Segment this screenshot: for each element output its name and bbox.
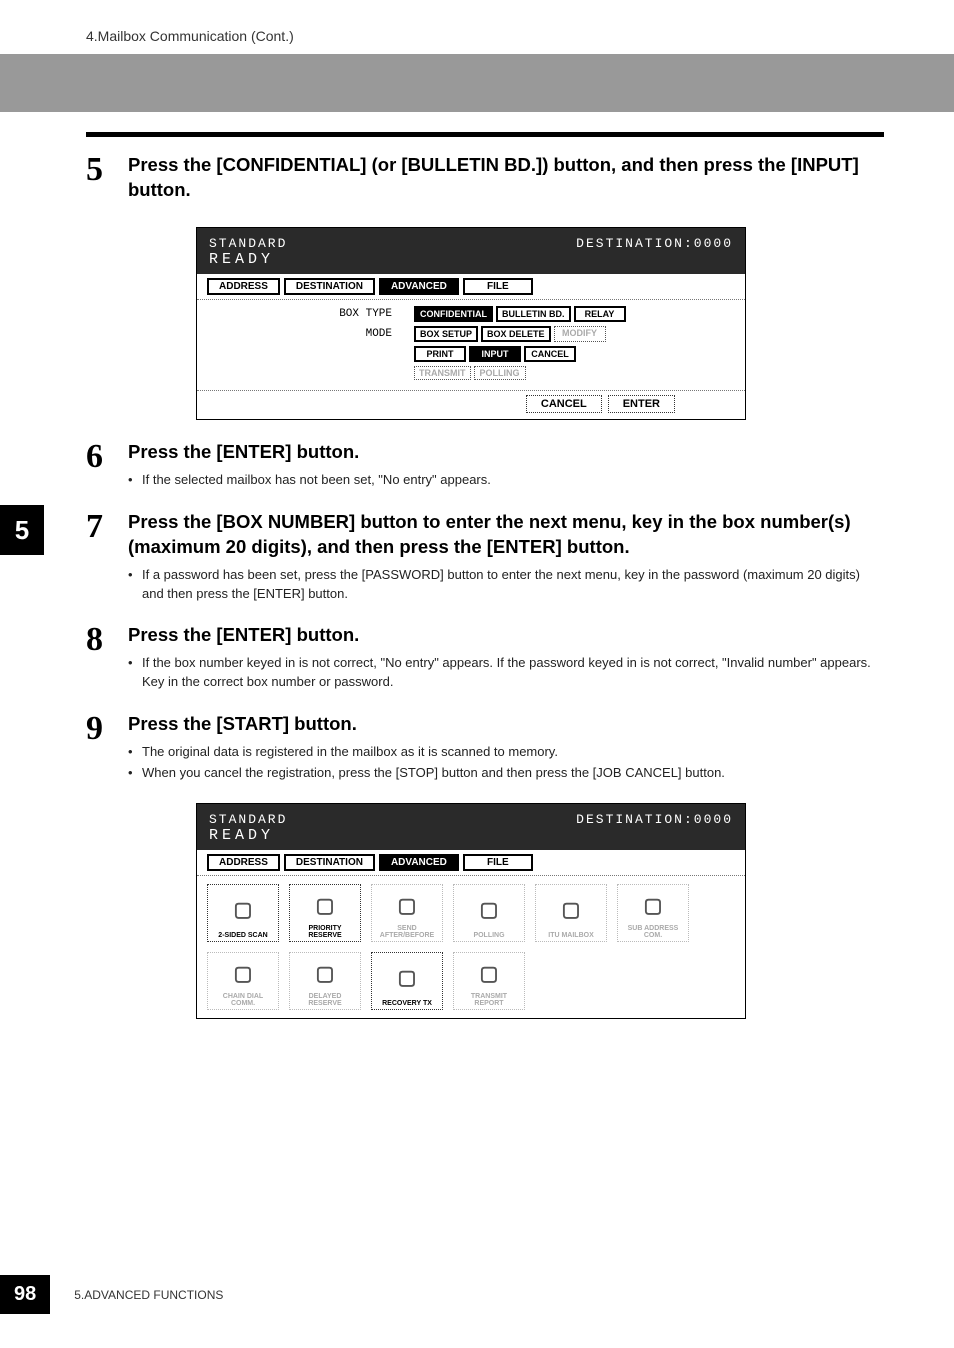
lcd-display: STANDARD DESTINATION:0000 READY [197, 804, 745, 850]
step-number: 8 [86, 623, 128, 694]
screenshot-advanced-panel: STANDARD DESTINATION:0000 READY ADDRESS … [196, 227, 746, 420]
feature-icon-label: POLLING [473, 932, 504, 939]
tab-row: ADDRESS DESTINATION ADVANCED FILE [197, 274, 745, 300]
step-8: 8 Press the [ENTER] button. If the box n… [86, 623, 884, 694]
footer-section-title: 5.ADVANCED FUNCTIONS [74, 1288, 223, 1302]
feature-icon[interactable]: ▢ITU MAILBOX [535, 884, 607, 942]
cancel-button[interactable]: CANCEL [524, 346, 576, 362]
feature-icon[interactable]: ▢PRIORITY RESERVE [289, 884, 361, 942]
lcd-destination: DESTINATION:0000 [576, 236, 733, 251]
feature-icon-label: TRANSMIT REPORT [456, 993, 522, 1007]
label-mode: MODE [209, 328, 414, 340]
dialog-enter-button[interactable]: ENTER [608, 395, 675, 413]
tab-file[interactable]: FILE [463, 278, 533, 295]
lcd-display: STANDARD DESTINATION:0000 READY [197, 228, 745, 274]
dialog-footer: CANCEL ENTER [197, 390, 745, 419]
feature-icon-label: RECOVERY TX [382, 1000, 432, 1007]
step-number: 6 [86, 440, 128, 492]
feature-icon-label: SUB ADDRESS COM. [620, 925, 686, 939]
screenshot-advanced-icons: STANDARD DESTINATION:0000 READY ADDRESS … [196, 803, 746, 1019]
page-footer: 98 5.ADVANCED FUNCTIONS [0, 1275, 223, 1314]
tab-destination[interactable]: DESTINATION [284, 854, 375, 871]
step-title: Press the [CONFIDENTIAL] (or [BULLETIN B… [128, 153, 884, 203]
tab-advanced[interactable]: ADVANCED [379, 278, 459, 295]
step-5: 5 Press the [CONFIDENTIAL] (or [BULLETIN… [86, 153, 884, 209]
feature-icon[interactable]: ▢2-SIDED SCAN [207, 884, 279, 942]
page-content: 5 Press the [CONFIDENTIAL] (or [BULLETIN… [0, 112, 954, 1019]
feature-drawing-icon: ▢ [316, 955, 335, 993]
feature-drawing-icon: ▢ [644, 887, 663, 925]
step-number: 7 [86, 510, 128, 606]
step-title: Press the [ENTER] button. [128, 623, 884, 648]
tab-address[interactable]: ADDRESS [207, 854, 280, 871]
transmit-button[interactable]: TRANSMIT [414, 366, 471, 380]
feature-drawing-icon: ▢ [480, 887, 499, 932]
lcd-status: READY [209, 827, 733, 844]
step-title: Press the [ENTER] button. [128, 440, 884, 465]
bulletin-button[interactable]: BULLETIN BD. [496, 306, 571, 322]
lcd-mode: STANDARD [209, 236, 287, 251]
feature-icon[interactable]: ▢RECOVERY TX [371, 952, 443, 1010]
tab-row: ADDRESS DESTINATION ADVANCED FILE [197, 850, 745, 876]
print-button[interactable]: PRINT [414, 346, 466, 362]
bullet: If the selected mailbox has not been set… [128, 471, 884, 490]
feature-icon[interactable]: ▢DELAYED RESERVE [289, 952, 361, 1010]
chapter-tab: 5 [0, 505, 44, 555]
box-delete-button[interactable]: BOX DELETE [481, 326, 551, 342]
feature-icon-label: SEND AFTER/BEFORE [374, 925, 440, 939]
feature-icon[interactable]: ▢SEND AFTER/BEFORE [371, 884, 443, 942]
feature-icon[interactable]: ▢POLLING [453, 884, 525, 942]
tab-destination[interactable]: DESTINATION [284, 278, 375, 295]
step-number: 9 [86, 712, 128, 785]
feature-drawing-icon: ▢ [398, 955, 417, 1000]
step-6: 6 Press the [ENTER] button. If the selec… [86, 440, 884, 492]
feature-icon-label: 2-SIDED SCAN [218, 932, 267, 939]
icon-grid: ▢2-SIDED SCAN▢PRIORITY RESERVE▢SEND AFTE… [197, 876, 745, 1018]
header-band [0, 54, 954, 112]
feature-icon[interactable]: ▢CHAIN DIAL COMM. [207, 952, 279, 1010]
lcd-destination: DESTINATION:0000 [576, 812, 733, 827]
feature-drawing-icon: ▢ [562, 887, 581, 932]
step-9: 9 Press the [START] button. The original… [86, 712, 884, 785]
feature-icon-label: CHAIN DIAL COMM. [210, 993, 276, 1007]
feature-drawing-icon: ▢ [234, 955, 253, 993]
modify-button[interactable]: MODIFY [554, 326, 606, 342]
feature-icon-label: DELAYED RESERVE [292, 993, 358, 1007]
dialog-cancel-button[interactable]: CANCEL [526, 395, 602, 413]
lcd-mode: STANDARD [209, 812, 287, 827]
feature-icon-label: PRIORITY RESERVE [292, 925, 358, 939]
feature-icon-label: ITU MAILBOX [548, 932, 594, 939]
feature-icon[interactable]: ▢SUB ADDRESS COM. [617, 884, 689, 942]
bullet: When you cancel the registration, press … [128, 764, 884, 783]
feature-icon[interactable]: ▢TRANSMIT REPORT [453, 952, 525, 1010]
box-setup-button[interactable]: BOX SETUP [414, 326, 478, 342]
step-number: 5 [86, 153, 128, 209]
bullet: If the box number keyed in is not correc… [128, 654, 884, 692]
tab-address[interactable]: ADDRESS [207, 278, 280, 295]
tab-advanced[interactable]: ADVANCED [379, 854, 459, 871]
step-title: Press the [BOX NUMBER] button to enter t… [128, 510, 884, 560]
page-number: 98 [0, 1275, 50, 1314]
confidential-button[interactable]: CONFIDENTIAL [414, 306, 493, 322]
label-box-type: BOX TYPE [209, 308, 414, 320]
divider [86, 132, 884, 137]
bullet: The original data is registered in the m… [128, 743, 884, 762]
lcd-status: READY [209, 251, 733, 268]
bullet: If a password has been set, press the [P… [128, 566, 884, 604]
input-button[interactable]: INPUT [469, 346, 521, 362]
polling-button[interactable]: POLLING [474, 366, 526, 380]
feature-drawing-icon: ▢ [398, 887, 417, 925]
feature-drawing-icon: ▢ [316, 887, 335, 925]
step-7: 7 Press the [BOX NUMBER] button to enter… [86, 510, 884, 606]
feature-drawing-icon: ▢ [480, 955, 499, 993]
step-title: Press the [START] button. [128, 712, 884, 737]
breadcrumb: 4.Mailbox Communication (Cont.) [0, 0, 954, 54]
tab-file[interactable]: FILE [463, 854, 533, 871]
feature-drawing-icon: ▢ [234, 887, 253, 932]
relay-button[interactable]: RELAY [574, 306, 626, 322]
panel-body: BOX TYPE CONFIDENTIAL BULLETIN BD. RELAY… [197, 300, 745, 390]
